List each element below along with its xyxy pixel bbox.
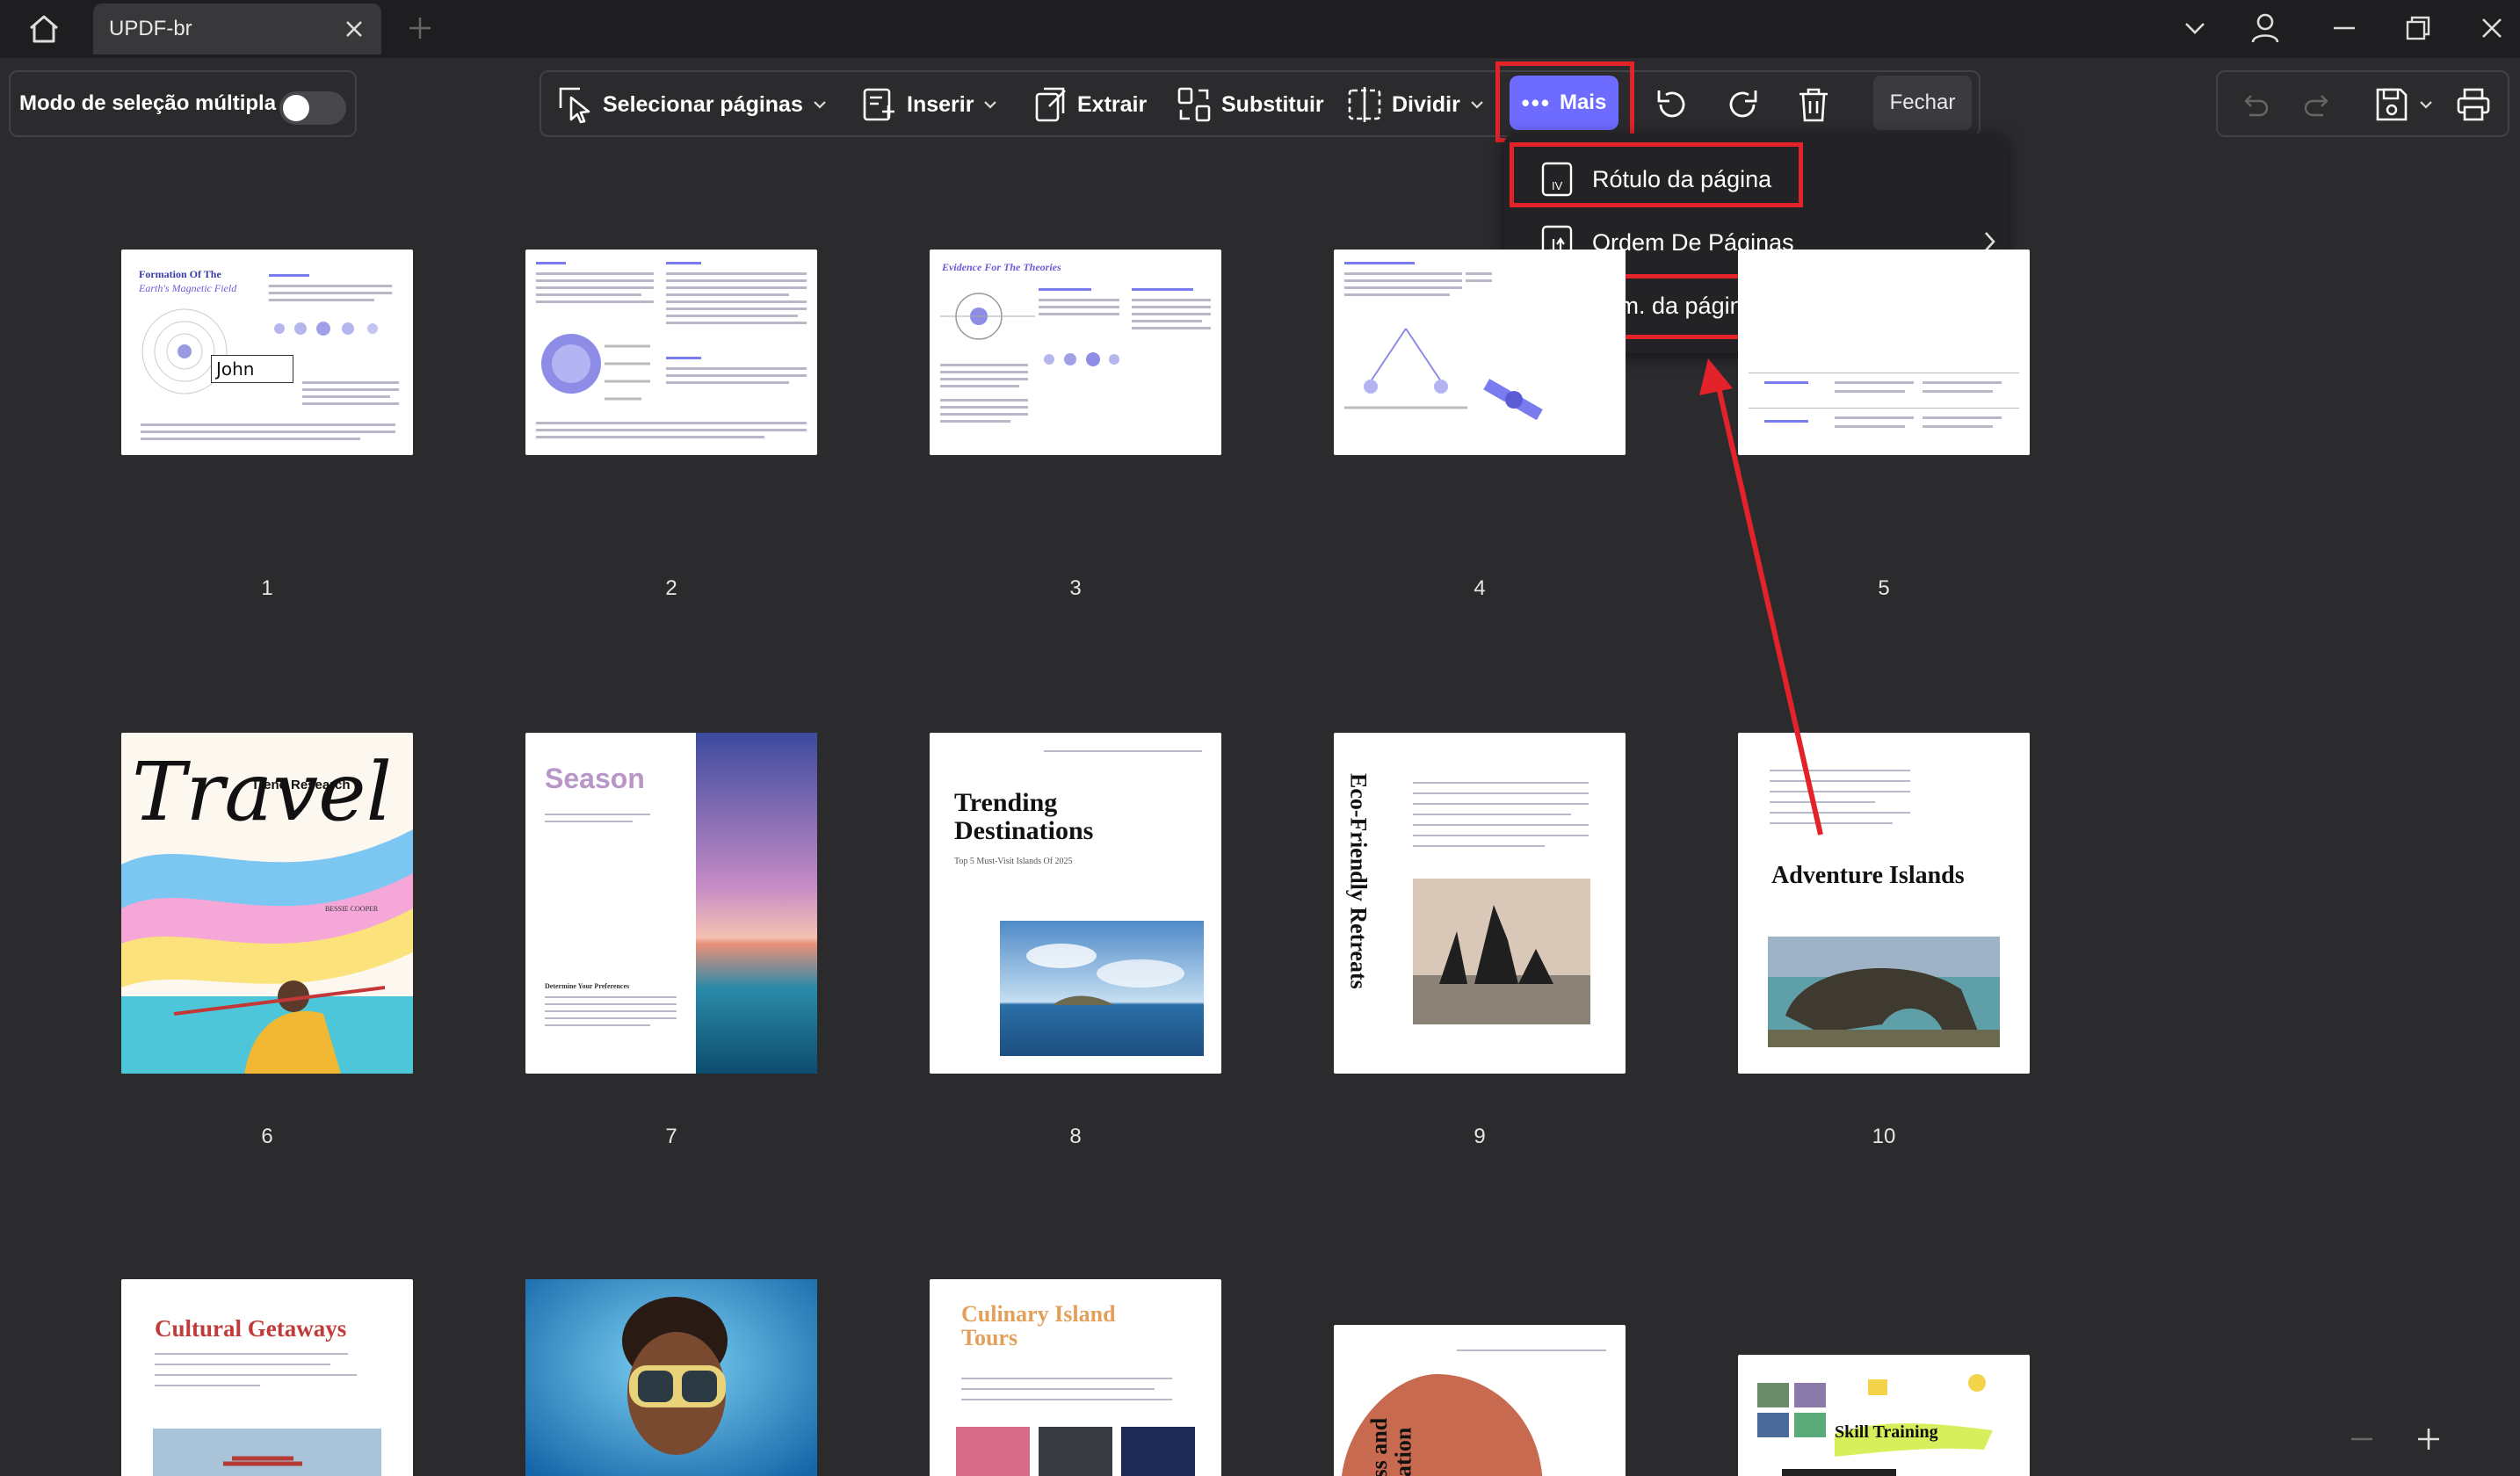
chevron-down-icon[interactable] [2176,11,2214,46]
page-subtitle: Top 5 Must-Visit Islands Of 2025 [954,857,1073,866]
plus-icon[interactable] [404,12,436,44]
trash-icon [1799,88,1828,122]
author-name: BESSIE COOPER [325,905,379,913]
account-icon[interactable] [2246,11,2285,46]
chevron-down-icon [2420,101,2432,109]
select-pages-icon [559,87,590,124]
page-number: 4 [1474,576,1486,600]
page-number: 3 [1069,576,1082,600]
split-icon [1348,87,1381,122]
select-pages-label: Selecionar páginas [603,91,803,117]
replace-icon [1177,87,1211,122]
chevron-down-icon [984,101,997,109]
print-button[interactable] [2455,81,2492,128]
multi-select-mode: Modo de seleção múltipla [9,70,357,137]
page-thumbnail[interactable]: Cultural Getaways [121,1279,413,1476]
delete-button[interactable] [1796,81,1831,128]
page-title: Eco-Friendly Retreats [1345,773,1372,989]
multi-select-toggle[interactable] [279,91,346,125]
close-button[interactable]: Fechar [1873,76,1972,130]
page-title: Formation Of The [139,268,221,280]
minimize-icon[interactable] [2325,11,2364,46]
more-button-highlight [1495,62,1634,142]
page-thumbnail[interactable]: Eco-Friendly Retreats [1334,733,1626,1074]
page-thumbnail[interactable] [1738,250,2030,455]
page-thumbnail[interactable]: Formation Of The Earth's Magnetic Field … [121,250,413,455]
split-label: Dividir [1392,91,1460,117]
page-title: Trending Destinations [954,788,1094,845]
insert-icon [863,88,894,121]
document-tools-group [2216,70,2509,137]
page-number: 5 [1878,576,1890,600]
zoom-out-icon[interactable] [2344,1422,2379,1457]
extract-button[interactable]: Extrair [1032,81,1147,128]
page-title: Evidence For The Theories [942,261,1061,273]
page-number: 6 [261,1125,273,1148]
chevron-down-icon [814,101,826,109]
page-number: 7 [665,1125,677,1148]
page-thumbnail[interactable]: Trending Destinations Top 5 Must-Visit I… [930,733,1221,1074]
signature-text: John [216,358,255,380]
page-thumbnail[interactable]: Evidence For The Theories [930,250,1221,455]
page-number: 10 [1872,1125,1896,1148]
window-close-icon[interactable] [2473,11,2511,46]
page-title: Skill Training [1835,1422,1938,1442]
undo-button[interactable] [2239,81,2270,128]
rotate-right-button[interactable] [1724,81,1763,128]
page-thumbnail[interactable] [525,250,817,455]
page-title: Cultural Getaways [155,1315,347,1342]
page-subtitle: Trend Research [251,778,351,792]
title-bar: UPDF-br [0,0,2520,58]
page-thumbnail[interactable]: Travel Trend Research BESSIE COOPER [121,733,413,1074]
insert-label: Inserir [907,91,974,117]
document-tab[interactable]: UPDF-br [93,4,381,54]
select-pages-button[interactable]: Selecionar páginas [557,81,828,128]
close-icon[interactable] [343,18,366,40]
replace-label: Substituir [1221,91,1324,117]
page-number: 8 [1069,1125,1082,1148]
restore-icon[interactable] [2399,11,2437,46]
undo-icon [2244,95,2269,117]
page-thumbnail[interactable] [525,1279,817,1476]
page-number: 2 [665,576,677,600]
rotate-left-icon [1657,90,1685,118]
page-thumbnail[interactable] [1334,250,1626,455]
save-button[interactable] [2374,81,2434,128]
page-thumbnail[interactable]: ess and xation [1334,1325,1626,1476]
save-icon [2376,88,2408,121]
page-label-highlight [1510,142,1803,207]
replace-button[interactable]: Substituir [1176,81,1324,128]
page-title: Adventure Islands [1771,862,1965,889]
page-thumbnail[interactable]: Skill Training [1738,1355,2030,1476]
redo-icon [2304,95,2328,117]
tab-title: UPDF-br [109,17,192,40]
page-title: Culinary Island Tours [961,1301,1116,1351]
page-subtitle: Earth's Magnetic Field [139,282,237,294]
page-thumbnail[interactable]: Culinary Island Tours [930,1279,1221,1476]
zoom-in-icon[interactable] [2411,1422,2446,1457]
home-icon[interactable] [21,9,67,49]
page-thumbnail[interactable]: Season Determine Your Preferences [525,733,817,1074]
redo-button[interactable] [2302,81,2334,128]
toolbar: Modo de seleção múltipla Selecionar pági… [0,58,2520,153]
page-thumbnail[interactable]: Adventure Islands [1738,733,2030,1074]
page-title: ess and xation [1366,1417,1416,1476]
split-button[interactable]: Dividir [1346,81,1485,128]
diagram-illustration [141,308,228,394]
page-title: Season [545,763,645,794]
page-number: 9 [1474,1125,1486,1148]
rotate-right-icon [1729,90,1757,118]
insert-button[interactable]: Inserir [861,81,998,128]
printer-icon [2457,88,2490,121]
page-tools-group: Selecionar páginas Inserir Extrair Subst… [539,70,1981,137]
rotate-left-button[interactable] [1652,81,1691,128]
chevron-down-icon [1471,101,1483,109]
page-subtitle: Determine Your Preferences [545,982,630,990]
page-number: 1 [261,576,273,600]
page-title: Travel [132,745,393,839]
multi-select-label: Modo de seleção múltipla [19,91,277,115]
extract-icon [1035,87,1066,122]
extract-label: Extrair [1077,91,1148,117]
